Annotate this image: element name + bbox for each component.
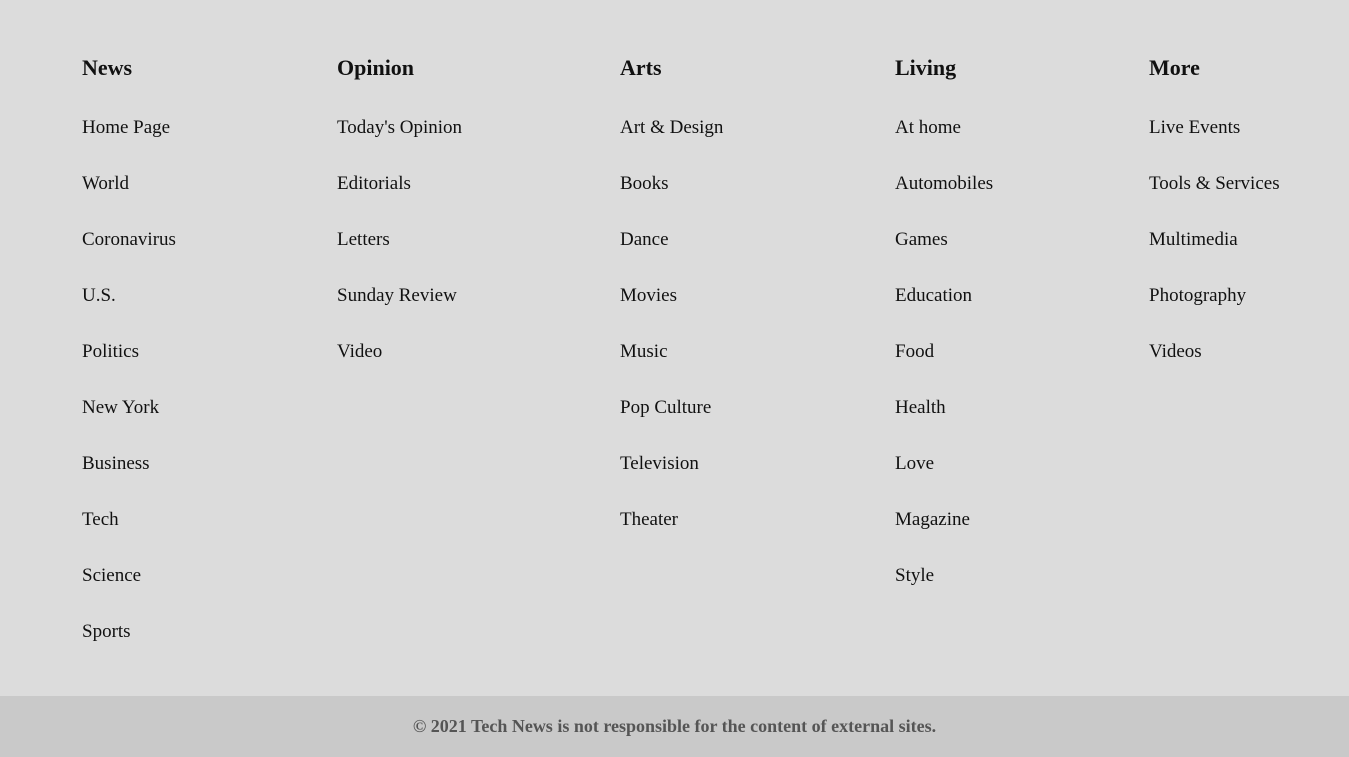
link-world[interactable]: World: [82, 173, 129, 194]
list-item: Love: [895, 453, 993, 509]
list-item: Theater: [620, 509, 723, 565]
list-item: Video: [337, 341, 462, 397]
link-health[interactable]: Health: [895, 397, 946, 418]
link-games[interactable]: Games: [895, 229, 948, 250]
list-item: Education: [895, 285, 993, 341]
link-automobiles[interactable]: Automobiles: [895, 173, 993, 194]
link-videos[interactable]: Videos: [1149, 341, 1202, 362]
link-editorials[interactable]: Editorials: [337, 173, 411, 194]
link-magazine[interactable]: Magazine: [895, 509, 970, 530]
column-heading-opinion: Opinion: [337, 55, 415, 80]
link-todays-opinion[interactable]: Today's Opinion: [337, 117, 462, 138]
link-photography[interactable]: Photography: [1149, 285, 1246, 306]
link-education[interactable]: Education: [895, 285, 972, 306]
link-music[interactable]: Music: [620, 341, 668, 362]
link-list-arts: Art & Design Books Dance Movies Music Po…: [620, 117, 723, 565]
list-item: Today's Opinion: [337, 117, 462, 173]
link-live-events[interactable]: Live Events: [1149, 117, 1240, 138]
list-item: Multimedia: [1149, 229, 1280, 285]
list-item: Sports: [82, 621, 176, 677]
list-item: Home Page: [82, 117, 176, 173]
footer-column-opinion: Opinion Today's Opinion Editorials Lette…: [337, 55, 462, 397]
link-list-news: Home Page World Coronavirus U.S. Politic…: [82, 117, 176, 677]
list-item: Music: [620, 341, 723, 397]
list-item: Television: [620, 453, 723, 509]
link-dance[interactable]: Dance: [620, 229, 669, 250]
list-item: Games: [895, 229, 993, 285]
link-books[interactable]: Books: [620, 173, 669, 194]
footer-column-more: More Live Events Tools & Services Multim…: [1149, 55, 1280, 397]
link-style[interactable]: Style: [895, 565, 934, 586]
list-item: Letters: [337, 229, 462, 285]
column-heading-arts: Arts: [620, 55, 662, 80]
list-item: Science: [82, 565, 176, 621]
list-item: U.S.: [82, 285, 176, 341]
footer-column-news: News Home Page World Coronavirus U.S. Po…: [82, 55, 176, 677]
link-tools-services[interactable]: Tools & Services: [1149, 173, 1280, 194]
list-item: World: [82, 173, 176, 229]
link-home-page[interactable]: Home Page: [82, 117, 170, 138]
list-item: Live Events: [1149, 117, 1280, 173]
link-sports[interactable]: Sports: [82, 621, 131, 642]
link-business[interactable]: Business: [82, 453, 150, 474]
list-item: Sunday Review: [337, 285, 462, 341]
list-item: Automobiles: [895, 173, 993, 229]
link-letters[interactable]: Letters: [337, 229, 390, 250]
copyright-bar: © 2021 Tech News is not responsible for …: [0, 696, 1349, 757]
link-politics[interactable]: Politics: [82, 341, 139, 362]
link-science[interactable]: Science: [82, 565, 141, 586]
link-list-opinion: Today's Opinion Editorials Letters Sunda…: [337, 117, 462, 397]
link-coronavirus[interactable]: Coronavirus: [82, 229, 176, 250]
link-love[interactable]: Love: [895, 453, 934, 474]
link-television[interactable]: Television: [620, 453, 699, 474]
list-item: Health: [895, 397, 993, 453]
link-tech[interactable]: Tech: [82, 509, 119, 530]
list-item: Politics: [82, 341, 176, 397]
link-video[interactable]: Video: [337, 341, 382, 362]
list-item: Style: [895, 565, 993, 621]
list-item: Movies: [620, 285, 723, 341]
list-item: Coronavirus: [82, 229, 176, 285]
link-list-living: At home Automobiles Games Education Food…: [895, 117, 993, 621]
column-heading-news: News: [82, 55, 133, 80]
list-item: Magazine: [895, 509, 993, 565]
link-pop-culture[interactable]: Pop Culture: [620, 397, 711, 418]
footer-column-arts: Arts Art & Design Books Dance Movies Mus…: [620, 55, 723, 565]
list-item: Art & Design: [620, 117, 723, 173]
link-theater[interactable]: Theater: [620, 509, 678, 530]
column-heading-more: More: [1149, 55, 1200, 80]
list-item: Dance: [620, 229, 723, 285]
link-list-more: Live Events Tools & Services Multimedia …: [1149, 117, 1280, 397]
site-footer-nav: News Home Page World Coronavirus U.S. Po…: [0, 0, 1349, 696]
list-item: Books: [620, 173, 723, 229]
list-item: Videos: [1149, 341, 1280, 397]
list-item: Photography: [1149, 285, 1280, 341]
list-item: New York: [82, 397, 176, 453]
list-item: Food: [895, 341, 993, 397]
footer-column-living: Living At home Automobiles Games Educati…: [895, 55, 993, 621]
link-movies[interactable]: Movies: [620, 285, 677, 306]
list-item: Pop Culture: [620, 397, 723, 453]
column-heading-living: Living: [895, 55, 957, 80]
list-item: Editorials: [337, 173, 462, 229]
link-at-home[interactable]: At home: [895, 117, 961, 138]
list-item: Business: [82, 453, 176, 509]
link-multimedia[interactable]: Multimedia: [1149, 229, 1238, 250]
list-item: Tech: [82, 509, 176, 565]
list-item: Tools & Services: [1149, 173, 1280, 229]
link-art-design[interactable]: Art & Design: [620, 117, 723, 138]
list-item: At home: [895, 117, 993, 173]
link-us[interactable]: U.S.: [82, 285, 116, 306]
link-food[interactable]: Food: [895, 341, 934, 362]
copyright-text: © 2021 Tech News is not responsible for …: [412, 716, 937, 736]
link-sunday-review[interactable]: Sunday Review: [337, 285, 457, 306]
link-new-york[interactable]: New York: [82, 397, 159, 418]
